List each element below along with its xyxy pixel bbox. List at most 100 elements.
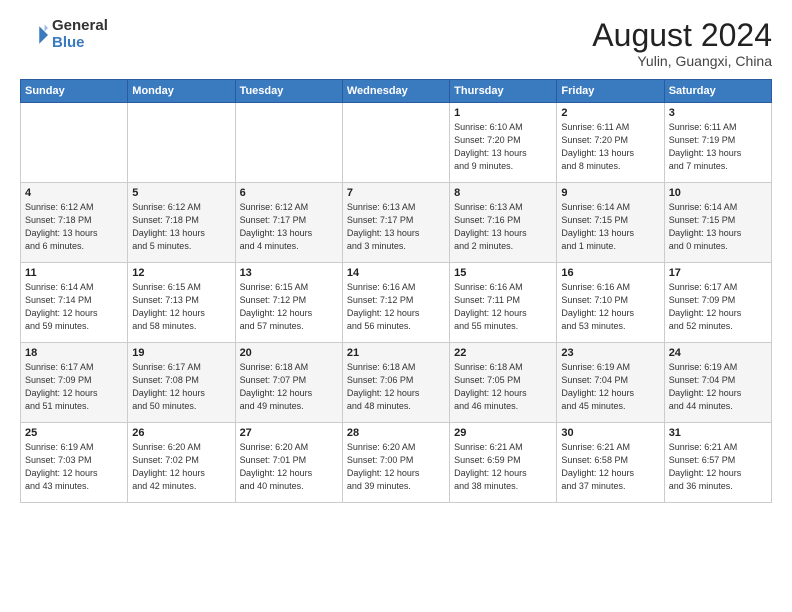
weekday-header-sunday: Sunday [21,80,128,103]
calendar-cell [21,103,128,183]
day-number: 19 [132,347,230,359]
day-info: Sunrise: 6:12 AMSunset: 7:17 PMDaylight:… [240,201,338,253]
calendar-cell: 18 Sunrise: 6:17 AMSunset: 7:09 PMDayligh… [21,343,128,423]
calendar-cell: 5 Sunrise: 6:12 AMSunset: 7:18 PMDaylight… [128,183,235,263]
calendar-cell: 17Sunrise: 6:17 AMSunset: 7:09 PMDayligh… [664,263,771,343]
day-info: Sunrise: 6:18 AMSunset: 7:05 PMDaylight:… [454,361,552,413]
day-number: 10 [669,187,767,199]
day-info: Sunrise: 6:18 AMSunset: 7:07 PMDaylight:… [240,361,338,413]
day-info: Sunrise: 6:20 AMSunset: 7:02 PMDaylight:… [132,441,230,493]
day-number: 8 [454,187,552,199]
calendar-cell: 19 Sunrise: 6:17 AMSunset: 7:08 PMDayligh… [128,343,235,423]
day-number: 28 [347,427,445,439]
day-info: Sunrise: 6:15 AMSunset: 7:13 PMDaylight:… [132,281,230,333]
weekday-header-saturday: Saturday [664,80,771,103]
day-info: Sunrise: 6:20 AMSunset: 7:00 PMDaylight:… [347,441,445,493]
calendar-cell: 8 Sunrise: 6:13 AMSunset: 7:16 PMDaylight… [450,183,557,263]
day-number: 31 [669,427,767,439]
day-info: Sunrise: 6:16 AMSunset: 7:12 PMDaylight:… [347,281,445,333]
day-info: Sunrise: 6:11 AMSunset: 7:19 PMDaylight:… [669,121,767,173]
calendar-cell: 6 Sunrise: 6:12 AMSunset: 7:17 PMDaylight… [235,183,342,263]
day-number: 6 [240,187,338,199]
calendar-cell: 25 Sunrise: 6:19 AMSunset: 7:03 PMDayligh… [21,423,128,503]
calendar-cell [128,103,235,183]
day-number: 25 [25,427,123,439]
day-number: 13 [240,267,338,279]
day-number: 26 [132,427,230,439]
day-number: 14 [347,267,445,279]
day-info: Sunrise: 6:14 AMSunset: 7:15 PMDaylight:… [561,201,659,253]
calendar-cell: 20 Sunrise: 6:18 AMSunset: 7:07 PMDayligh… [235,343,342,423]
day-info: Sunrise: 6:17 AMSunset: 7:09 PMDaylight:… [25,361,123,413]
calendar-cell: 11 Sunrise: 6:14 AMSunset: 7:14 PMDayligh… [21,263,128,343]
day-number: 16 [561,267,659,279]
calendar-cell: 23 Sunrise: 6:19 AMSunset: 7:04 PMDayligh… [557,343,664,423]
day-info: Sunrise: 6:12 AMSunset: 7:18 PMDaylight:… [25,201,123,253]
calendar-cell: 9 Sunrise: 6:14 AMSunset: 7:15 PMDaylight… [557,183,664,263]
day-number: 1 [454,107,552,119]
day-info: Sunrise: 6:20 AMSunset: 7:01 PMDaylight:… [240,441,338,493]
day-number: 9 [561,187,659,199]
day-info: Sunrise: 6:19 AMSunset: 7:04 PMDaylight:… [561,361,659,413]
calendar-cell: 29Sunrise: 6:21 AMSunset: 6:59 PMDayligh… [450,423,557,503]
day-number: 4 [25,187,123,199]
calendar-cell [235,103,342,183]
day-info: Sunrise: 6:15 AMSunset: 7:12 PMDaylight:… [240,281,338,333]
logo: General Blue [20,18,108,51]
calendar-cell: 30 Sunrise: 6:21 AMSunset: 6:58 PMDayligh… [557,423,664,503]
calendar-cell: 7 Sunrise: 6:13 AMSunset: 7:17 PMDaylight… [342,183,449,263]
day-number: 21 [347,347,445,359]
day-info: Sunrise: 6:13 AMSunset: 7:16 PMDaylight:… [454,201,552,253]
logo-icon [20,21,48,49]
day-number: 18 [25,347,123,359]
calendar-cell [342,103,449,183]
day-number: 11 [25,267,123,279]
calendar-cell: 13 Sunrise: 6:15 AMSunset: 7:12 PMDayligh… [235,263,342,343]
weekday-header-wednesday: Wednesday [342,80,449,103]
day-info: Sunrise: 6:18 AMSunset: 7:06 PMDaylight:… [347,361,445,413]
day-number: 17 [669,267,767,279]
day-number: 5 [132,187,230,199]
calendar-cell: 21 Sunrise: 6:18 AMSunset: 7:06 PMDayligh… [342,343,449,423]
day-info: Sunrise: 6:21 AMSunset: 6:57 PMDaylight:… [669,441,767,493]
title-block: August 2024 Yulin, Guangxi, China [592,18,772,69]
day-number: 20 [240,347,338,359]
day-number: 7 [347,187,445,199]
day-info: Sunrise: 6:14 AMSunset: 7:14 PMDaylight:… [25,281,123,333]
day-number: 2 [561,107,659,119]
day-info: Sunrise: 6:16 AMSunset: 7:11 PMDaylight:… [454,281,552,333]
calendar-cell: 14 Sunrise: 6:16 AMSunset: 7:12 PMDayligh… [342,263,449,343]
calendar-cell: 15 Sunrise: 6:16 AMSunset: 7:11 PMDayligh… [450,263,557,343]
weekday-header-monday: Monday [128,80,235,103]
header: General Blue August 2024 Yulin, Guangxi,… [20,18,772,69]
day-info: Sunrise: 6:13 AMSunset: 7:17 PMDaylight:… [347,201,445,253]
calendar-cell: 10Sunrise: 6:14 AMSunset: 7:15 PMDayligh… [664,183,771,263]
calendar-cell: 4 Sunrise: 6:12 AMSunset: 7:18 PMDaylight… [21,183,128,263]
weekday-header-tuesday: Tuesday [235,80,342,103]
calendar-cell: 12Sunrise: 6:15 AMSunset: 7:13 PMDayligh… [128,263,235,343]
day-info: Sunrise: 6:17 AMSunset: 7:08 PMDaylight:… [132,361,230,413]
weekday-header-friday: Friday [557,80,664,103]
calendar-cell: 3Sunrise: 6:11 AMSunset: 7:19 PMDaylight… [664,103,771,183]
calendar-cell: 2Sunrise: 6:11 AMSunset: 7:20 PMDaylight… [557,103,664,183]
location-subtitle: Yulin, Guangxi, China [592,53,772,69]
day-number: 24 [669,347,767,359]
day-info: Sunrise: 6:19 AMSunset: 7:03 PMDaylight:… [25,441,123,493]
day-info: Sunrise: 6:19 AMSunset: 7:04 PMDaylight:… [669,361,767,413]
day-info: Sunrise: 6:16 AMSunset: 7:10 PMDaylight:… [561,281,659,333]
day-number: 15 [454,267,552,279]
day-number: 29 [454,427,552,439]
logo-blue-text: Blue [52,35,108,52]
weekday-header-thursday: Thursday [450,80,557,103]
day-number: 23 [561,347,659,359]
day-info: Sunrise: 6:21 AMSunset: 6:58 PMDaylight:… [561,441,659,493]
day-info: Sunrise: 6:12 AMSunset: 7:18 PMDaylight:… [132,201,230,253]
calendar-cell: 31 Sunrise: 6:21 AMSunset: 6:57 PMDayligh… [664,423,771,503]
calendar-cell: 16 Sunrise: 6:16 AMSunset: 7:10 PMDayligh… [557,263,664,343]
day-number: 30 [561,427,659,439]
logo-general-text: General [52,18,108,35]
calendar-table: SundayMondayTuesdayWednesdayThursdayFrid… [20,79,772,503]
calendar-cell: 24 Sunrise: 6:19 AMSunset: 7:04 PMDayligh… [664,343,771,423]
month-title: August 2024 [592,18,772,53]
calendar-cell: 22Sunrise: 6:18 AMSunset: 7:05 PMDayligh… [450,343,557,423]
